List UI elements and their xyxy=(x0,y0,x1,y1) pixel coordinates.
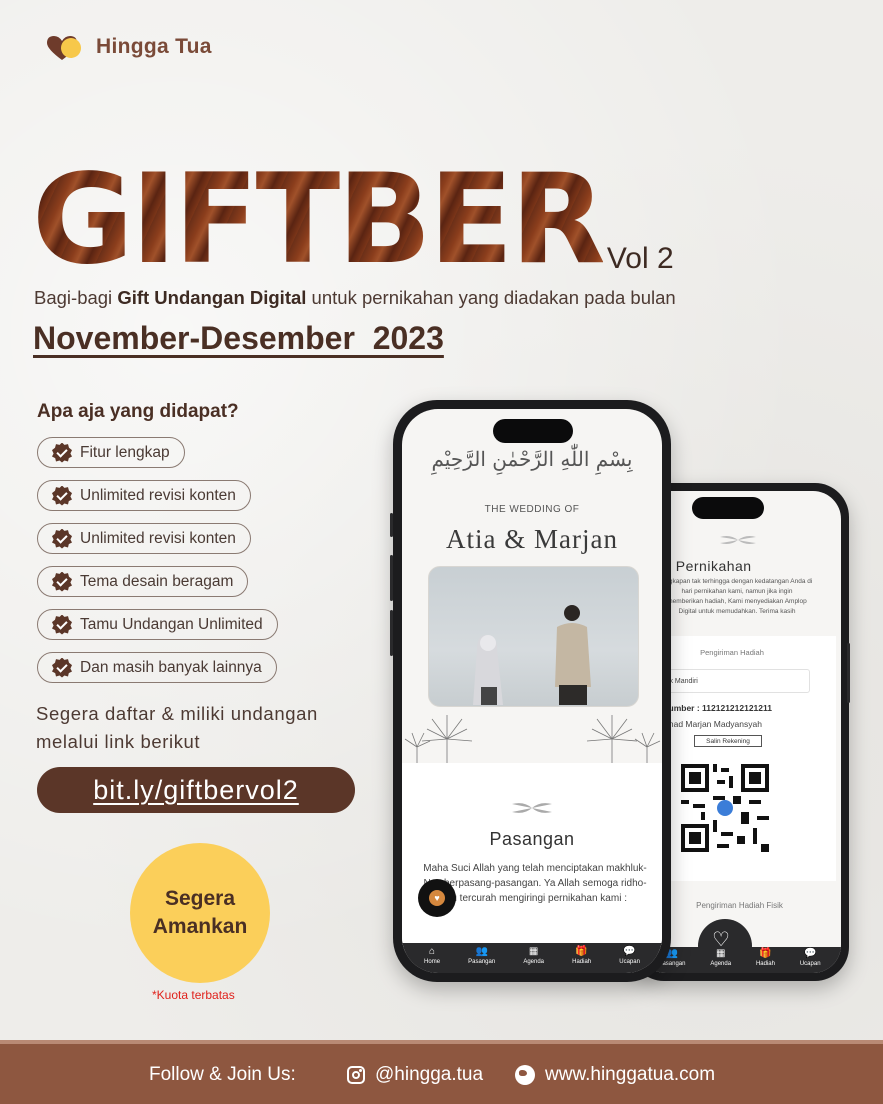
nav-item-home[interactable]: ⌂ Home xyxy=(424,946,441,966)
calendar-icon: ▦ xyxy=(528,946,539,957)
benefit-item: Dan masih banyak lainnya xyxy=(37,652,277,683)
nav-item-agenda[interactable]: ▦ Agenda xyxy=(710,948,732,968)
event-period: November-Desember 2023 xyxy=(33,320,444,356)
gift-text-line: ungkapan tak terhingga dengan kedatangan… xyxy=(661,578,813,585)
headline-volume: Vol 2 xyxy=(606,242,674,275)
nav-label: Hadiah xyxy=(755,961,775,967)
benefits-title: Apa aja yang didapat? xyxy=(37,401,239,422)
phone-side-button xyxy=(847,643,850,703)
copy-account-button[interactable]: Salin Rekening xyxy=(694,735,762,747)
music-toggle-button[interactable]: ♥ xyxy=(418,879,456,917)
instagram-link[interactable]: @hingga.tua xyxy=(347,1064,483,1086)
dynamic-island xyxy=(692,497,764,519)
nav-item-pasangan[interactable]: 👥 Pasangan xyxy=(468,946,496,966)
benefit-label: Unlimited revisi konten xyxy=(80,486,236,504)
check-badge-icon xyxy=(52,485,72,506)
nav-item-ucapan[interactable]: 💬 Ucapan xyxy=(619,946,640,966)
gift-icon: 🎁 xyxy=(759,948,772,959)
couple-names: Atia & Marjan xyxy=(446,524,618,554)
subtitle-prefix: Bagi-bagi xyxy=(34,287,118,308)
subtitle-suffix: untuk pernikahan yang diadakan pada bula… xyxy=(306,287,676,308)
nav-item-hadiah[interactable]: 🎁 Hadiah xyxy=(755,948,775,968)
phone-side-button xyxy=(390,555,393,601)
qr-code-icon xyxy=(681,764,769,852)
benefit-label: Dan masih banyak lainnya xyxy=(80,658,262,676)
wedding-of-label: THE WEDDING OF xyxy=(484,504,580,515)
nav-label: Agenda xyxy=(710,961,732,967)
phone-mockup-front: بِسْمِ اللّٰهِ الرَّحْمٰنِ الرَّحِيْمِ T… xyxy=(390,400,671,982)
check-badge-icon xyxy=(52,442,72,463)
website-link[interactable]: www.hinggatua.com xyxy=(515,1064,715,1086)
gift-section-text: ungkapan tak terhingga dengan kedatangan… xyxy=(644,577,830,617)
subtitle: Bagi-bagi Gift Undangan Digital untuk pe… xyxy=(34,287,676,309)
home-icon: ⌂ xyxy=(429,946,436,957)
secure-line-1: Segera xyxy=(164,887,236,910)
benefit-item: Fitur lengkap xyxy=(37,437,185,468)
palm-ornament-icon xyxy=(404,715,661,767)
music-disc-icon: ♥ xyxy=(429,890,445,906)
cta-text: Segera daftar & miliki undangan melalui … xyxy=(36,700,318,756)
couple-section-title: Pasangan xyxy=(489,829,575,849)
globe-icon xyxy=(515,1065,535,1085)
headline-title: GIFTBER xyxy=(32,148,606,292)
phone-side-button xyxy=(390,513,393,537)
footer: Follow & Join Us: @hingga.tua www.hingga… xyxy=(0,1040,883,1104)
benefit-item: Tamu Undangan Unlimited xyxy=(37,609,278,640)
leaf-ornament-icon xyxy=(720,536,756,544)
couple-section: Pasangan Maha Suci Allah yang telah menc… xyxy=(402,763,662,953)
instagram-icon xyxy=(347,1066,365,1084)
gift-text-line: hari pernikahan kami, namun jika ingin xyxy=(681,588,793,595)
dynamic-island xyxy=(493,419,573,443)
check-badge-icon xyxy=(52,657,72,678)
subtitle-bold: Gift Undangan Digital xyxy=(117,287,307,308)
cta-line-1: Segera daftar & miliki undangan xyxy=(36,703,318,724)
gift-icon: 🎁 xyxy=(575,946,588,957)
check-badge-icon xyxy=(52,528,72,549)
calendar-icon: ▦ xyxy=(715,948,726,959)
benefit-item: Unlimited revisi konten xyxy=(37,480,251,511)
chat-icon: 💬 xyxy=(623,946,636,957)
nav-label: Ucapan xyxy=(799,961,821,967)
bottom-nav: ⌂ Home 👥 Pasangan ▦ Agenda 🎁 Hadiah 💬 Ucapan xyxy=(402,943,662,973)
nav-label: Hadiah xyxy=(572,959,592,965)
instagram-handle: @hingga.tua xyxy=(375,1064,484,1085)
nav-label: Home xyxy=(424,959,441,965)
couple-icon: 👥 xyxy=(475,946,488,957)
leaf-ornament-icon xyxy=(512,803,552,813)
nav-label: Ucapan xyxy=(619,959,640,965)
chat-icon: 💬 xyxy=(803,948,817,959)
nav-item-agenda[interactable]: ▦ Agenda xyxy=(523,946,544,966)
gift-text-line: Digital untuk memudahkan. Terima kasih xyxy=(678,608,796,615)
benefit-label: Fitur lengkap xyxy=(80,443,170,461)
check-badge-icon xyxy=(52,571,72,592)
phone-front-screen: بِسْمِ اللّٰهِ الرَّحْمٰنِ الرَّحِيْمِ T… xyxy=(402,409,662,973)
nav-label: Agenda xyxy=(523,959,544,965)
secure-now-button[interactable]: Segera Amankan xyxy=(130,843,270,983)
benefit-label: Tamu Undangan Unlimited xyxy=(80,615,263,633)
bismillah-calligraphy: بِسْمِ اللّٰهِ الرَّحْمٰنِ الرَّحِيْمِ xyxy=(431,447,633,471)
nav-item-ucapan[interactable]: 💬 Ucapan xyxy=(799,948,821,968)
benefit-item: Unlimited revisi konten xyxy=(37,523,251,554)
nav-item-hadiah[interactable]: 🎁 Hadiah xyxy=(572,946,592,966)
headline: GIFTBER Vol 2 xyxy=(32,158,674,282)
brand-logo-icon xyxy=(44,33,84,61)
check-badge-icon xyxy=(52,614,72,635)
follow-label: Follow & Join Us: xyxy=(149,1064,296,1085)
brand: Hingga Tua xyxy=(44,33,212,61)
benefit-item: Tema desain beragam xyxy=(37,566,249,597)
benefit-label: Tema desain beragam xyxy=(80,572,234,590)
cta-line-2: melalui link berikut xyxy=(36,731,201,752)
secure-line-2: Amankan xyxy=(152,915,248,938)
couple-photo xyxy=(428,566,639,707)
phone-side-button xyxy=(390,610,393,656)
brand-name: Hingga Tua xyxy=(96,35,212,58)
benefit-label: Unlimited revisi konten xyxy=(80,529,236,547)
gift-text-line: memberikan hadiah, Kami menyediakan Ampl… xyxy=(667,598,807,605)
register-link-button[interactable]: bit.ly/giftbervol2 xyxy=(37,767,355,813)
website-url: www.hinggatua.com xyxy=(545,1064,716,1085)
nav-label: Pasangan xyxy=(468,959,496,965)
quota-note: *Kuota terbatas xyxy=(152,988,235,1002)
